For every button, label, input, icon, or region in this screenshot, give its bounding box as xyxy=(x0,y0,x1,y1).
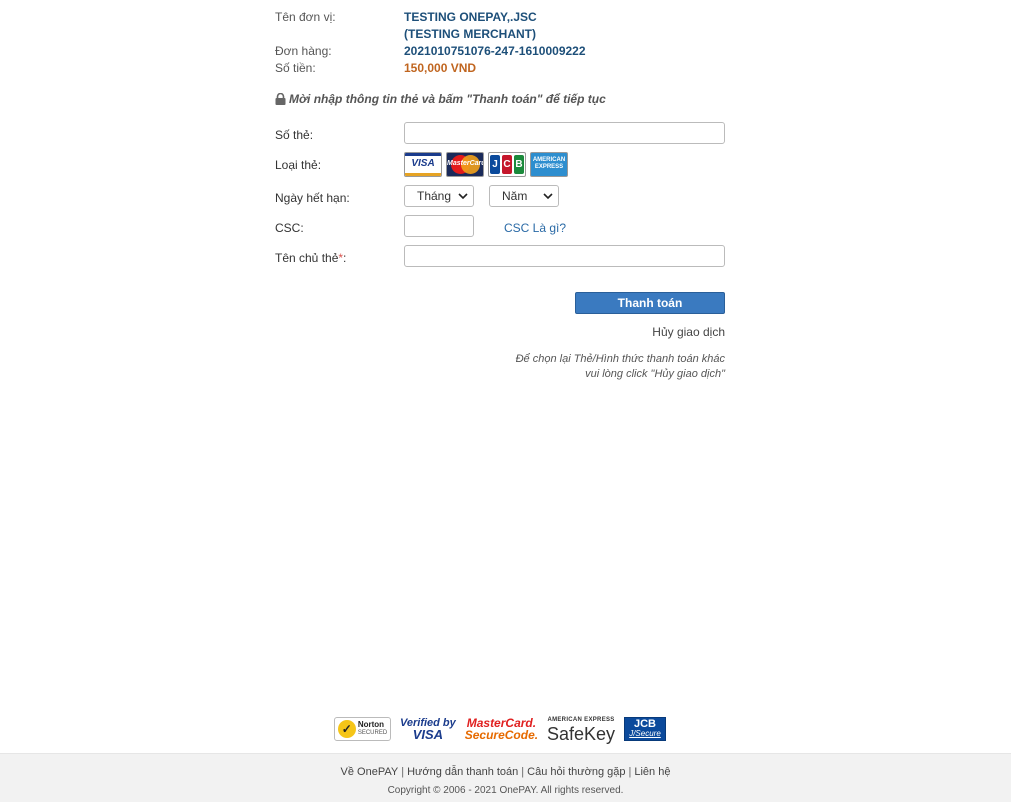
year-select-value: Năm xyxy=(502,189,528,203)
csc-help-link[interactable]: CSC Là gì? xyxy=(504,221,566,235)
chevron-down-icon xyxy=(458,193,468,200)
expiry-month-select[interactable]: Tháng xyxy=(404,185,474,207)
card-holder-input[interactable] xyxy=(404,245,725,267)
lock-icon xyxy=(275,93,286,105)
merchant-name-line1: TESTING ONEPAY,.JSC xyxy=(404,10,537,24)
checkmark-icon: ✓ xyxy=(337,720,356,738)
card-holder-label: Tên chủ thẻ*: xyxy=(275,251,347,265)
amount-value: 150,000 VND xyxy=(404,61,477,75)
merchant-label: Tên đơn vị: xyxy=(275,10,336,24)
footer-link-faq[interactable]: Câu hỏi thường gặp xyxy=(527,766,625,778)
footer-link-about[interactable]: Về OnePAY xyxy=(341,766,399,778)
footer-link-contact[interactable]: Liên hệ xyxy=(634,766,670,778)
expiry-label: Ngày hết hạn: xyxy=(275,191,350,205)
card-number-label: Số thẻ: xyxy=(275,128,314,142)
month-select-value: Tháng xyxy=(417,189,452,203)
cancel-hint-line2: vui lòng click "Hủy giao dịch" xyxy=(585,368,725,380)
order-id: 2021010751076-247-1610009222 xyxy=(404,44,586,58)
norton-secured-logo: ✓ Norton SECURED xyxy=(334,717,391,741)
jcb-logo: JCB xyxy=(488,152,526,177)
amex-logo: AMERICAN EXPRESS xyxy=(530,152,568,177)
pay-button[interactable]: Thanh toán xyxy=(575,292,725,314)
csc-input[interactable] xyxy=(404,215,474,237)
amex-safekey-logo: AMERICAN EXPRESS SafeKey xyxy=(547,717,616,744)
footer: Về OnePAY | Hướng dẫn thanh toán | Câu hỏi t… xyxy=(0,753,1011,802)
copyright: Copyright © 2006 - 2021 OnePAY. All righ… xyxy=(387,785,624,796)
instruction-text: Mời nhập thông tin thẻ và bấm "Thanh toá… xyxy=(289,92,606,106)
jcb-jsecure-logo: JCB J/Secure xyxy=(624,717,666,741)
footer-links: Về OnePAY | Hướng dẫn thanh toán | Câu hỏi t… xyxy=(340,766,671,778)
merchant-name-line2: (TESTING MERCHANT) xyxy=(404,27,536,41)
visa-logo: VISA xyxy=(404,152,442,177)
csc-label: CSC: xyxy=(275,221,304,235)
order-label: Đơn hàng: xyxy=(275,44,332,58)
mastercard-securecode-logo: MasterCard. SecureCode. xyxy=(464,716,539,742)
cancel-hint-line1: Để chọn lại Thẻ/Hình thức thanh toán khá… xyxy=(515,353,725,365)
cancel-transaction-link[interactable]: Hủy giao dịch xyxy=(652,325,725,339)
expiry-year-select[interactable]: Năm xyxy=(489,185,559,207)
verified-by-visa-logo: Verified by VISA xyxy=(399,717,456,742)
security-logos: ✓ Norton SECURED Verified by VISA MasterC… xyxy=(334,714,666,744)
card-type-logos: VISA MasterCard JCB AMERICAN EXPRESS xyxy=(404,152,568,177)
mastercard-logo: MasterCard xyxy=(446,152,484,177)
instruction-notice: Mời nhập thông tin thẻ và bấm "Thanh toá… xyxy=(275,92,606,106)
amount-label: Số tiền: xyxy=(275,61,316,75)
cancel-hint: Để chọn lại Thẻ/Hình thức thanh toán khá… xyxy=(516,352,725,382)
card-type-label: Loại thẻ: xyxy=(275,158,322,172)
card-number-input[interactable] xyxy=(404,122,725,144)
chevron-down-icon xyxy=(543,193,553,200)
footer-link-guide[interactable]: Hướng dẫn thanh toán xyxy=(407,766,518,778)
